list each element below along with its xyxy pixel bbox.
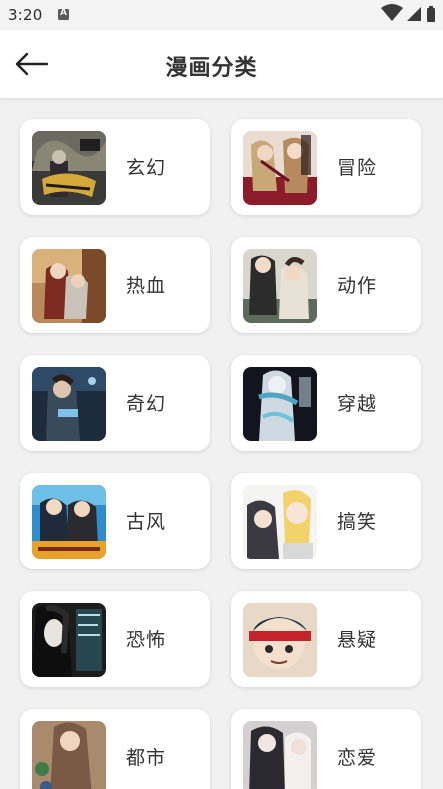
category-cover <box>32 721 106 789</box>
category-label: 热血 <box>126 275 167 297</box>
category-card-lianai[interactable]: 恋爱 <box>231 709 421 789</box>
app-header: 漫画分类 <box>0 30 443 99</box>
category-cover <box>32 367 106 441</box>
category-label: 冒险 <box>337 157 378 179</box>
category-cover <box>243 367 317 441</box>
category-cover <box>32 485 106 559</box>
category-card-rexue[interactable]: 热血 <box>20 237 210 333</box>
category-label: 动作 <box>337 275 378 297</box>
category-cover <box>243 131 317 205</box>
status-icons <box>381 4 435 22</box>
category-cover <box>243 603 317 677</box>
category-label: 恐怖 <box>126 629 167 651</box>
category-label: 搞笑 <box>337 511 378 533</box>
category-label: 都市 <box>126 747 167 769</box>
category-cover <box>32 249 106 323</box>
status-bar: 3:20 <box>0 0 443 30</box>
category-grid: 玄幻 冒险 热血 动作 奇幻 穿越 古风 搞笑 恐怖 悬疑 都市 恋爱 <box>0 99 443 789</box>
category-card-chuanyue[interactable]: 穿越 <box>231 355 421 451</box>
wifi-icon <box>381 4 403 21</box>
category-cover <box>243 721 317 789</box>
category-card-dongzuo[interactable]: 动作 <box>231 237 421 333</box>
category-card-xuanyi[interactable]: 悬疑 <box>231 591 421 687</box>
category-card-maoxian[interactable]: 冒险 <box>231 119 421 215</box>
battery-icon <box>427 6 435 22</box>
category-cover <box>32 131 106 205</box>
category-cover <box>32 603 106 677</box>
category-label: 古风 <box>126 511 167 533</box>
category-label: 穿越 <box>337 393 378 415</box>
category-label: 奇幻 <box>126 393 167 415</box>
category-card-qihuan[interactable]: 奇幻 <box>20 355 210 451</box>
category-card-gufeng[interactable]: 古风 <box>20 473 210 569</box>
category-card-dushi[interactable]: 都市 <box>20 709 210 789</box>
category-card-kongbu[interactable]: 恐怖 <box>20 591 210 687</box>
category-label: 悬疑 <box>337 629 378 651</box>
category-card-xuanhuan[interactable]: 玄幻 <box>20 119 210 215</box>
category-card-gaoxiao[interactable]: 搞笑 <box>231 473 421 569</box>
category-label: 玄幻 <box>126 157 167 179</box>
category-label: 恋爱 <box>337 747 378 769</box>
notification-icon <box>58 8 69 20</box>
page-title: 漫画分类 <box>165 56 258 81</box>
status-time: 3:20 <box>8 6 43 24</box>
category-cover <box>243 485 317 559</box>
signal-icon <box>407 7 421 21</box>
category-cover <box>243 249 317 323</box>
